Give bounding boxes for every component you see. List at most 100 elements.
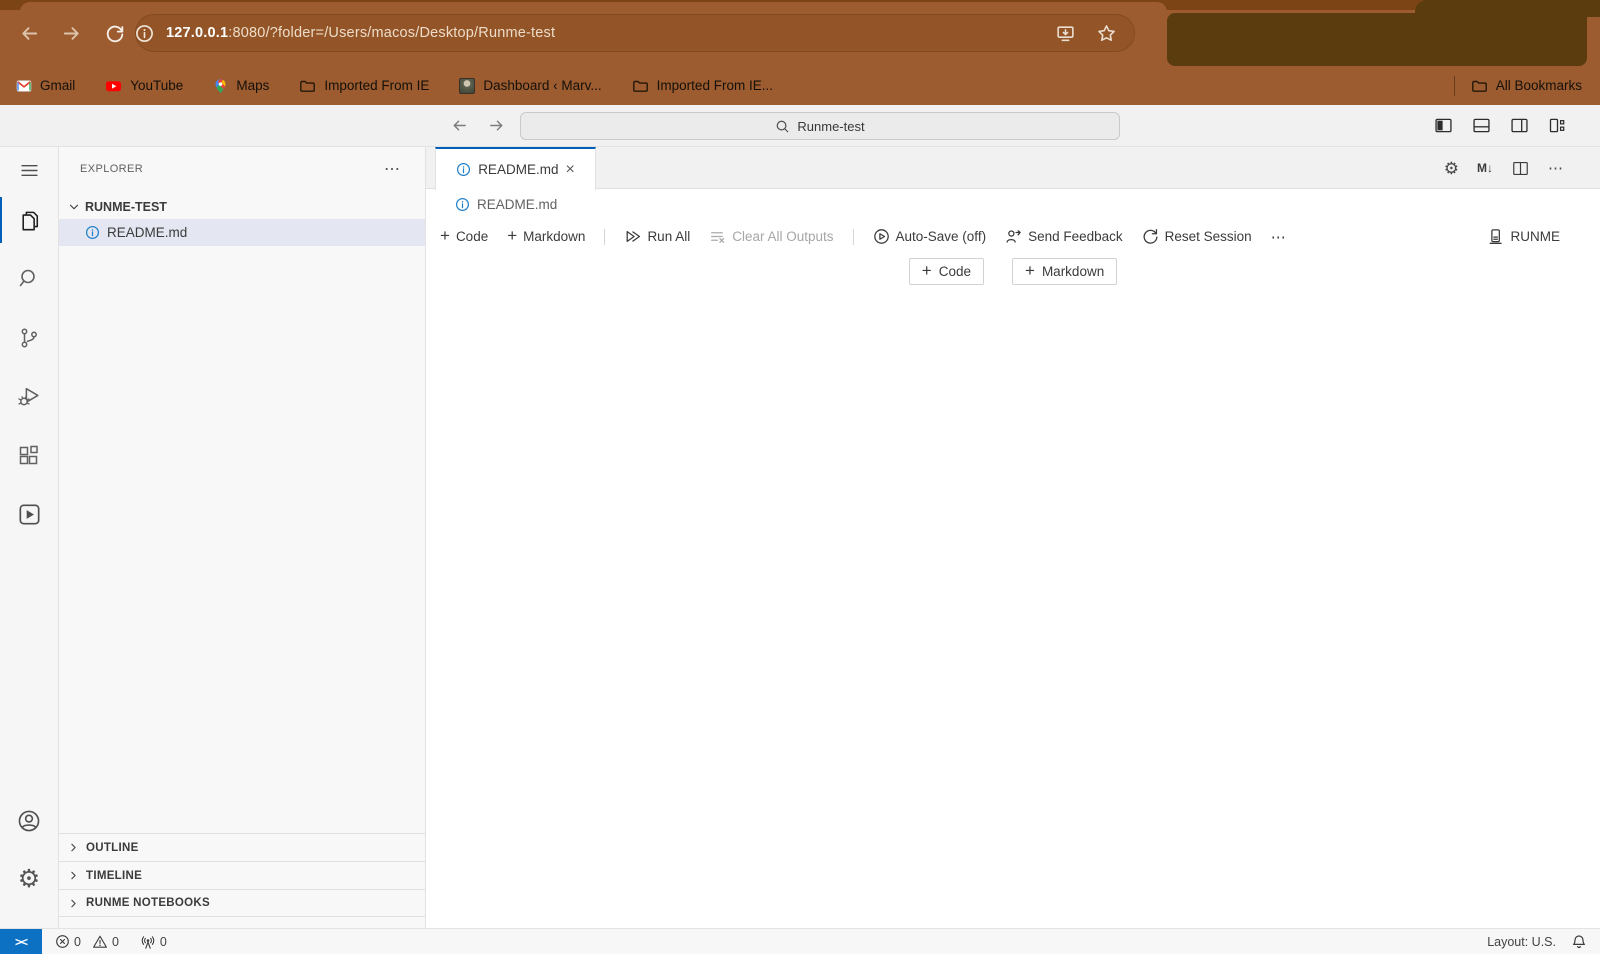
accounts-button[interactable] — [0, 798, 58, 844]
section-timeline[interactable]: TIMELINE — [59, 861, 425, 889]
activity-source-control[interactable] — [0, 315, 58, 361]
keyboard-layout-status[interactable]: Layout: U.S. — [1487, 935, 1556, 949]
add-code-cell-button[interactable]: + Code — [440, 229, 488, 244]
all-bookmarks-button[interactable]: All Bookmarks — [1471, 78, 1582, 94]
tree-item-readme[interactable]: README.md — [59, 219, 425, 246]
kernel-icon — [1487, 228, 1504, 245]
browser-toolbar: 127.0.0.1:8080/?folder=/Users/macos/Desk… — [0, 0, 1600, 66]
bookmark-label: Gmail — [40, 78, 75, 93]
toggle-primary-sidebar-icon[interactable] — [1433, 115, 1454, 136]
button-label: Markdown — [523, 229, 585, 244]
history-back-icon[interactable] — [450, 116, 469, 135]
insert-markdown-cell-button[interactable]: + Markdown — [1012, 258, 1117, 285]
bookmark-maps[interactable]: Maps — [213, 78, 269, 94]
tab-readme[interactable]: README.md × — [435, 147, 596, 190]
toggle-panel-icon[interactable] — [1471, 115, 1492, 136]
maps-icon — [213, 78, 228, 94]
folder-icon — [299, 78, 316, 94]
forward-icon — [60, 22, 83, 45]
root-folder-label: RUNME-TEST — [85, 200, 167, 214]
button-label: Reset Session — [1165, 229, 1252, 244]
address-bar[interactable]: 127.0.0.1:8080/?folder=/Users/macos/Desk… — [135, 14, 1135, 52]
reset-session-button[interactable]: Reset Session — [1142, 228, 1252, 245]
site-info-icon[interactable] — [135, 24, 154, 43]
notebook-settings-gear-icon[interactable]: ⚙ — [1444, 160, 1459, 177]
section-label: TIMELINE — [86, 870, 142, 882]
activity-run-debug[interactable] — [0, 373, 58, 419]
activity-runme[interactable] — [0, 491, 58, 537]
problems-status[interactable]: 0 0 — [55, 934, 119, 949]
editor-more-actions[interactable]: ⋯ — [1548, 159, 1564, 177]
bookmark-dashboard[interactable]: Dashboard ‹ Marv... — [459, 78, 601, 94]
settings-button[interactable]: ⚙ — [0, 856, 58, 902]
kernel-picker-button[interactable]: RUNME — [1487, 228, 1561, 245]
bookmark-label: YouTube — [130, 78, 183, 93]
explorer-more-actions[interactable]: ⋯ — [384, 159, 401, 179]
send-feedback-button[interactable]: Send Feedback — [1005, 228, 1123, 245]
feedback-person-icon — [1005, 228, 1022, 245]
browser-active-tab[interactable] — [20, 2, 1167, 12]
activity-bar: ⚙ — [0, 147, 59, 928]
bookmarks-divider — [1454, 76, 1455, 96]
url-text[interactable]: 127.0.0.1:8080/?folder=/Users/macos/Desk… — [166, 25, 555, 41]
vscode-titlebar: Runme-test — [0, 105, 1600, 147]
run-all-button[interactable]: Run All — [624, 228, 690, 245]
toolbar-divider — [604, 229, 605, 245]
info-icon — [455, 197, 470, 212]
bookmark-gmail[interactable]: Gmail — [16, 78, 75, 94]
auto-save-button[interactable]: Auto-Save (off) — [873, 228, 987, 245]
activity-search[interactable] — [0, 255, 58, 301]
command-center-value: Runme-test — [797, 119, 864, 134]
browser-reload-button[interactable] — [104, 22, 126, 44]
notifications-bell-icon[interactable] — [1571, 934, 1587, 950]
debug-play-icon — [17, 384, 42, 409]
back-icon — [18, 22, 41, 45]
add-markdown-cell-button[interactable]: + Markdown — [507, 229, 585, 244]
tree-root-runme-test[interactable]: RUNME-TEST — [59, 194, 425, 219]
status-bar: >< 0 0 0 Layout: U.S. — [0, 928, 1600, 954]
bookmark-label: Imported From IE — [324, 78, 429, 93]
command-center-search[interactable]: Runme-test — [520, 112, 1120, 140]
activity-extensions[interactable] — [0, 433, 58, 479]
account-icon — [16, 808, 42, 834]
breadcrumb[interactable]: README.md — [426, 189, 1600, 220]
bookmarks-bar: Gmail YouTube Maps Imported From IE Dash… — [0, 66, 1600, 105]
insert-code-cell-button[interactable]: + Code — [909, 258, 984, 285]
screen: 127.0.0.1:8080/?folder=/Users/macos/Desk… — [0, 0, 1600, 954]
plus-icon: + — [507, 227, 517, 244]
button-label: Run All — [647, 229, 690, 244]
url-path: :8080/?folder=/Users/macos/Desktop/Runme… — [228, 25, 555, 41]
bookmark-youtube[interactable]: YouTube — [105, 78, 183, 94]
menu-button[interactable] — [0, 147, 58, 193]
browser-back-button[interactable] — [18, 22, 41, 45]
install-app-icon[interactable] — [1055, 23, 1076, 44]
section-outline[interactable]: OUTLINE — [59, 833, 425, 861]
search-icon — [775, 119, 790, 134]
clear-all-outputs-button[interactable]: Clear All Outputs — [709, 228, 833, 245]
chevron-right-icon — [67, 841, 80, 854]
section-runme-notebooks[interactable]: RUNME NOTEBOOKS — [59, 889, 425, 917]
activity-explorer[interactable] — [0, 197, 58, 243]
bookmark-folder-imported-ie-2[interactable]: Imported From IE... — [632, 78, 773, 94]
remote-indicator[interactable]: >< — [0, 929, 42, 954]
close-icon[interactable]: × — [565, 162, 574, 178]
toolbar-more-actions[interactable]: ⋯ — [1271, 228, 1287, 246]
bookmark-folder-imported-ie[interactable]: Imported From IE — [299, 78, 429, 94]
breadcrumb-label: README.md — [477, 197, 557, 212]
ports-status[interactable]: 0 — [140, 934, 167, 950]
button-label: Markdown — [1042, 264, 1104, 279]
toggle-secondary-sidebar-icon[interactable] — [1509, 115, 1530, 136]
button-label: Clear All Outputs — [732, 229, 833, 244]
history-forward-icon[interactable] — [487, 116, 506, 135]
browser-forward-button[interactable] — [60, 22, 83, 45]
warning-count: 0 — [112, 935, 119, 949]
folder-icon — [632, 78, 649, 94]
open-markdown-preview-icon[interactable]: M↓ — [1477, 161, 1493, 175]
customize-layout-icon[interactable] — [1547, 115, 1568, 136]
split-editor-icon[interactable] — [1511, 159, 1530, 178]
ports-count: 0 — [160, 935, 167, 949]
bookmark-star-icon[interactable] — [1096, 23, 1117, 44]
plus-icon: + — [922, 262, 932, 279]
url-host: 127.0.0.1 — [166, 25, 228, 41]
plus-icon: + — [1025, 262, 1035, 279]
